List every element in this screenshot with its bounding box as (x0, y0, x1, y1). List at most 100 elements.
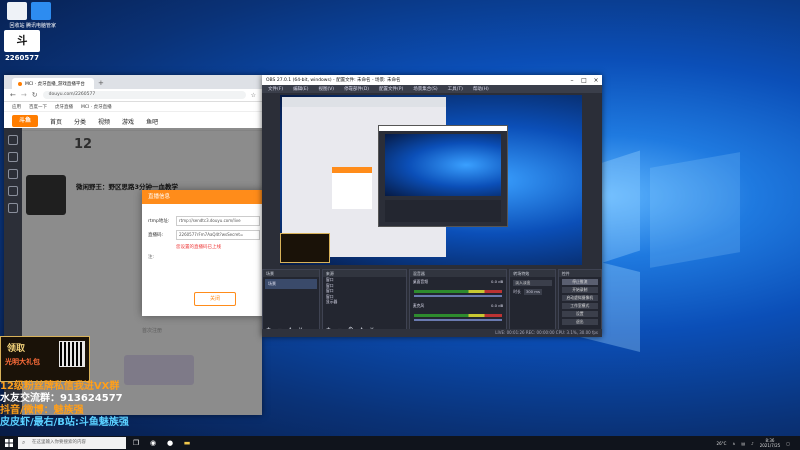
obs-taskbar-icon[interactable]: ● (163, 437, 177, 449)
start-button[interactable] (0, 436, 18, 450)
taskbar-search-input[interactable]: ⌕ 在这里输入你要搜索的内容 (18, 437, 126, 449)
douyu-logo-icon: 斗 (4, 30, 40, 52)
stream-info-dialog: 直播信息 rtmp地址: rtmp://sendtc3.douyu.com/li… (142, 190, 266, 316)
browser-tab-strip: MCI · 虎牙直播_游戏直播平台 + (4, 75, 262, 89)
task-view-icon[interactable]: ❐ (129, 437, 143, 449)
warn-text: 您设置的直播码已上线 (176, 245, 221, 250)
back-icon[interactable]: ← (10, 91, 16, 99)
video-icon[interactable] (8, 169, 18, 179)
obs-status-bar: LIVE: 00:01:26 REC: 00:00:00 CPU: 3.1%, … (262, 329, 602, 337)
network-icon[interactable]: ▤ (741, 441, 745, 446)
virtual-camera-button[interactable]: 启动虚拟摄像机 (561, 295, 598, 301)
site-logo[interactable]: 斗鱼 (12, 115, 38, 127)
close-button[interactable]: 关闭 (194, 292, 236, 306)
studio-mode-button[interactable]: 工作室模式 (561, 303, 598, 309)
system-tray: 26°C ∧ ▤ ♪ 8:36 2021/7/25 ▢ (717, 438, 800, 448)
gift-banner[interactable]: 领取 光明大礼包 (0, 336, 90, 382)
game-icon[interactable] (8, 186, 18, 196)
address-input[interactable]: douyu.com/2260577 (42, 91, 246, 99)
star-icon[interactable]: ☆ (251, 92, 256, 99)
obs-window: OBS 27.0.1 (64-bit, windows) - 配置文件: 未命名… (262, 75, 602, 337)
desktop-icon-pc-manager[interactable]: 腾讯电脑管家 (24, 2, 58, 29)
obs-titlebar: OBS 27.0.1 (64-bit, windows) - 配置文件: 未命名… (262, 75, 602, 85)
nav-item[interactable]: 视频 (98, 117, 110, 126)
menu-item[interactable]: 工具(T) (448, 86, 463, 92)
audio-meter (413, 290, 503, 293)
preview-gift (280, 233, 330, 263)
follow-icon[interactable] (8, 203, 18, 213)
nav-item[interactable]: 游戏 (122, 117, 134, 126)
chevron-up-icon[interactable]: ∧ (732, 441, 735, 446)
address-bar-row: ← → ↻ douyu.com/2260577 ☆ (4, 89, 262, 102)
preview-obs (378, 125, 508, 227)
start-recording-button[interactable]: 开始录制 (561, 287, 598, 293)
note-label: 注: (148, 255, 155, 260)
bookmark-item[interactable]: 虎牙直播 (55, 104, 73, 110)
volume-slider[interactable] (413, 319, 503, 321)
obs-title: OBS 27.0.1 (64-bit, windows) - 配置文件: 未命名… (266, 78, 401, 83)
reload-icon[interactable]: ↻ (32, 91, 38, 99)
stop-streaming-button[interactable]: 停止推流 (561, 279, 598, 285)
chrome-taskbar-icon[interactable]: ◉ (146, 437, 160, 449)
menu-item[interactable]: 视图(V) (318, 86, 334, 92)
source-item[interactable]: 显示器 (323, 299, 406, 305)
scenes-dock: 场景 场景 + − ∧ ∨ (262, 269, 320, 337)
windows-logo-icon (5, 439, 13, 447)
home-icon[interactable] (8, 135, 18, 145)
transition-select[interactable]: 淡入淡出 (513, 280, 552, 286)
duration-input[interactable]: 300 ms (523, 289, 542, 295)
category-icon[interactable] (8, 152, 18, 162)
server-url-field[interactable]: rtmp://sendtc3.douyu.com/live (176, 216, 260, 226)
menu-item[interactable]: 配置文件(P) (379, 86, 403, 92)
bookmark-item[interactable]: 百度一下 (29, 104, 47, 110)
maximize-icon[interactable]: □ (578, 77, 590, 84)
scene-item[interactable]: 场景 (265, 279, 317, 289)
overlay-line: 12级粉丝牌私信我进VX群 (0, 381, 120, 392)
volume-icon[interactable]: ♪ (751, 441, 754, 446)
minimize-icon[interactable]: – (566, 77, 578, 84)
folder-taskbar-icon[interactable]: ▬ (180, 437, 194, 449)
qr-code (59, 341, 85, 367)
bookmark-item[interactable]: 应用 (12, 104, 21, 110)
notification-icon[interactable]: ▢ (786, 441, 790, 446)
nav-item[interactable]: 分类 (74, 117, 86, 126)
menu-item[interactable]: 场景集合(S) (413, 86, 437, 92)
stream-key-field[interactable]: 2260577rFm7AaQ4t?wsSecret= (176, 230, 260, 240)
forward-icon[interactable]: → (21, 91, 27, 99)
mixer-channel: 桌面音频 0.0 dB (412, 279, 504, 284)
bookmarks-bar: 应用 百度一下 虎牙直播 MCI · 虎牙直播 (4, 102, 262, 112)
obs-menubar: 文件(F) 编辑(E) 视图(V) 停靠部件(D) 配置文件(P) 场景集合(S… (262, 85, 602, 93)
close-icon[interactable]: × (590, 77, 602, 84)
menu-item[interactable]: 文件(F) (268, 86, 283, 92)
search-icon: ⌕ (22, 439, 26, 446)
audio-meter (413, 314, 503, 317)
settings-button[interactable]: 设置 (561, 311, 598, 317)
taskbar-clock[interactable]: 8:36 2021/7/25 (760, 438, 781, 448)
menu-item[interactable]: 停靠部件(D) (344, 86, 369, 92)
obs-preview[interactable] (280, 95, 582, 265)
mixer-dock: 混音器 桌面音频 0.0 dB 麦克风 0.0 dB (408, 269, 508, 337)
sources-dock: 来源 窗口 窗口 窗口 窗口 显示器 + − ⚙ ∧ ∨ (321, 269, 407, 337)
obs-docks: 场景 场景 + − ∧ ∨ 来源 窗口 窗口 窗口 窗口 显示器 + − ⚙ ∧… (262, 269, 602, 337)
bookmark-item[interactable]: MCI · 虎牙直播 (81, 104, 112, 110)
menu-item[interactable]: 帮助(H) (473, 86, 489, 92)
overlay-line: 水友交流群：913624577 (0, 393, 123, 404)
transitions-dock: 转场特效 淡入淡出 时长 300 ms (509, 269, 556, 337)
nav-item[interactable]: 鱼吧 (146, 117, 158, 126)
mixer-channel: 麦克风 0.0 dB (412, 303, 504, 308)
server-row: rtmp地址: rtmp://sendtc3.douyu.com/live (148, 216, 260, 226)
new-tab-icon[interactable]: + (98, 79, 104, 87)
nav-item[interactable]: 首页 (50, 117, 62, 126)
weather-temp[interactable]: 26°C (717, 441, 727, 446)
shield-icon (31, 2, 51, 20)
menu-item[interactable]: 编辑(E) (293, 86, 308, 92)
key-row: 直播码: 2260577rFm7AaQ4t?wsSecret= (148, 230, 260, 240)
exit-button[interactable]: 退出 (561, 319, 598, 325)
room-number: 2260577 (4, 54, 40, 62)
duration-row: 时长 300 ms (513, 289, 542, 295)
controls-dock: 控件 停止推流 开始录制 启动虚拟摄像机 工作室模式 设置 退出 (557, 269, 602, 337)
taskbar: ⌕ 在这里输入你要搜索的内容 ❐ ◉ ● ▬ 26°C ∧ ▤ ♪ 8:36 2… (0, 436, 800, 450)
browser-tab[interactable]: MCI · 虎牙直播_游戏直播平台 (12, 78, 94, 89)
overlay-line: 皮皮虾/最右/B站:斗鱼魅族强 (0, 417, 129, 428)
desktop-icon-douyu[interactable]: 斗 2260577 (0, 30, 44, 62)
